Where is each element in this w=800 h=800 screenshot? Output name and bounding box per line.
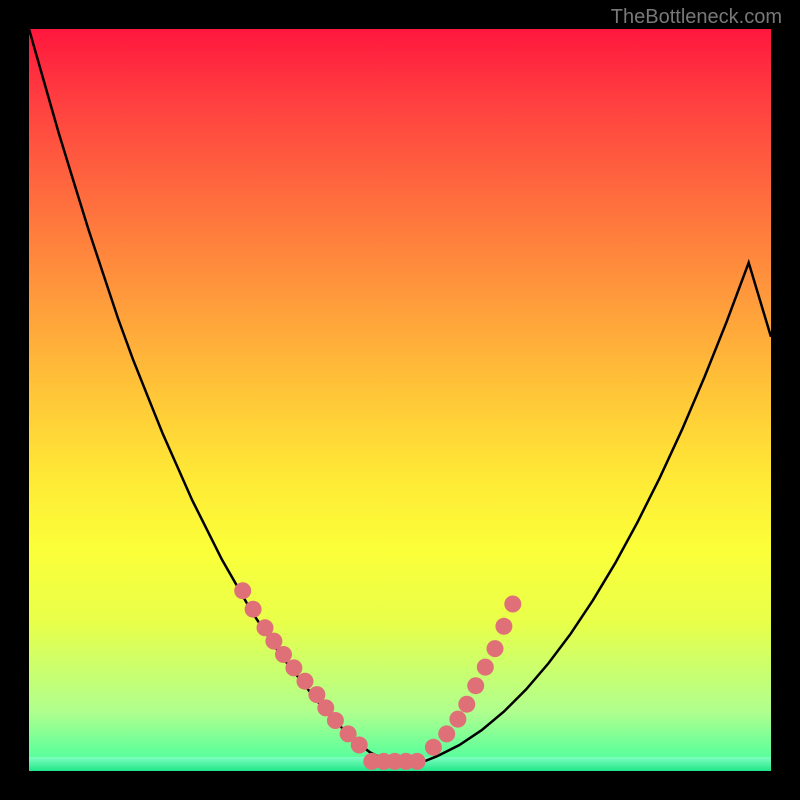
data-point	[275, 646, 292, 663]
data-point	[504, 596, 521, 613]
data-point	[438, 725, 455, 742]
data-point	[458, 696, 475, 713]
data-point	[297, 673, 314, 690]
data-point	[351, 737, 368, 754]
data-point	[467, 677, 484, 694]
data-points-group	[234, 582, 521, 770]
data-point	[487, 640, 504, 657]
data-point	[425, 739, 442, 756]
data-point	[327, 712, 344, 729]
bottleneck-curve	[29, 29, 771, 764]
watermark-text: TheBottleneck.com	[611, 6, 782, 29]
data-point	[495, 618, 512, 635]
data-point	[245, 601, 262, 618]
data-point	[409, 753, 426, 770]
data-point	[285, 659, 302, 676]
chart-svg-layer	[29, 29, 771, 771]
chart-plot-area	[29, 29, 771, 771]
data-point	[477, 659, 494, 676]
data-point	[234, 582, 251, 599]
data-point	[449, 711, 466, 728]
